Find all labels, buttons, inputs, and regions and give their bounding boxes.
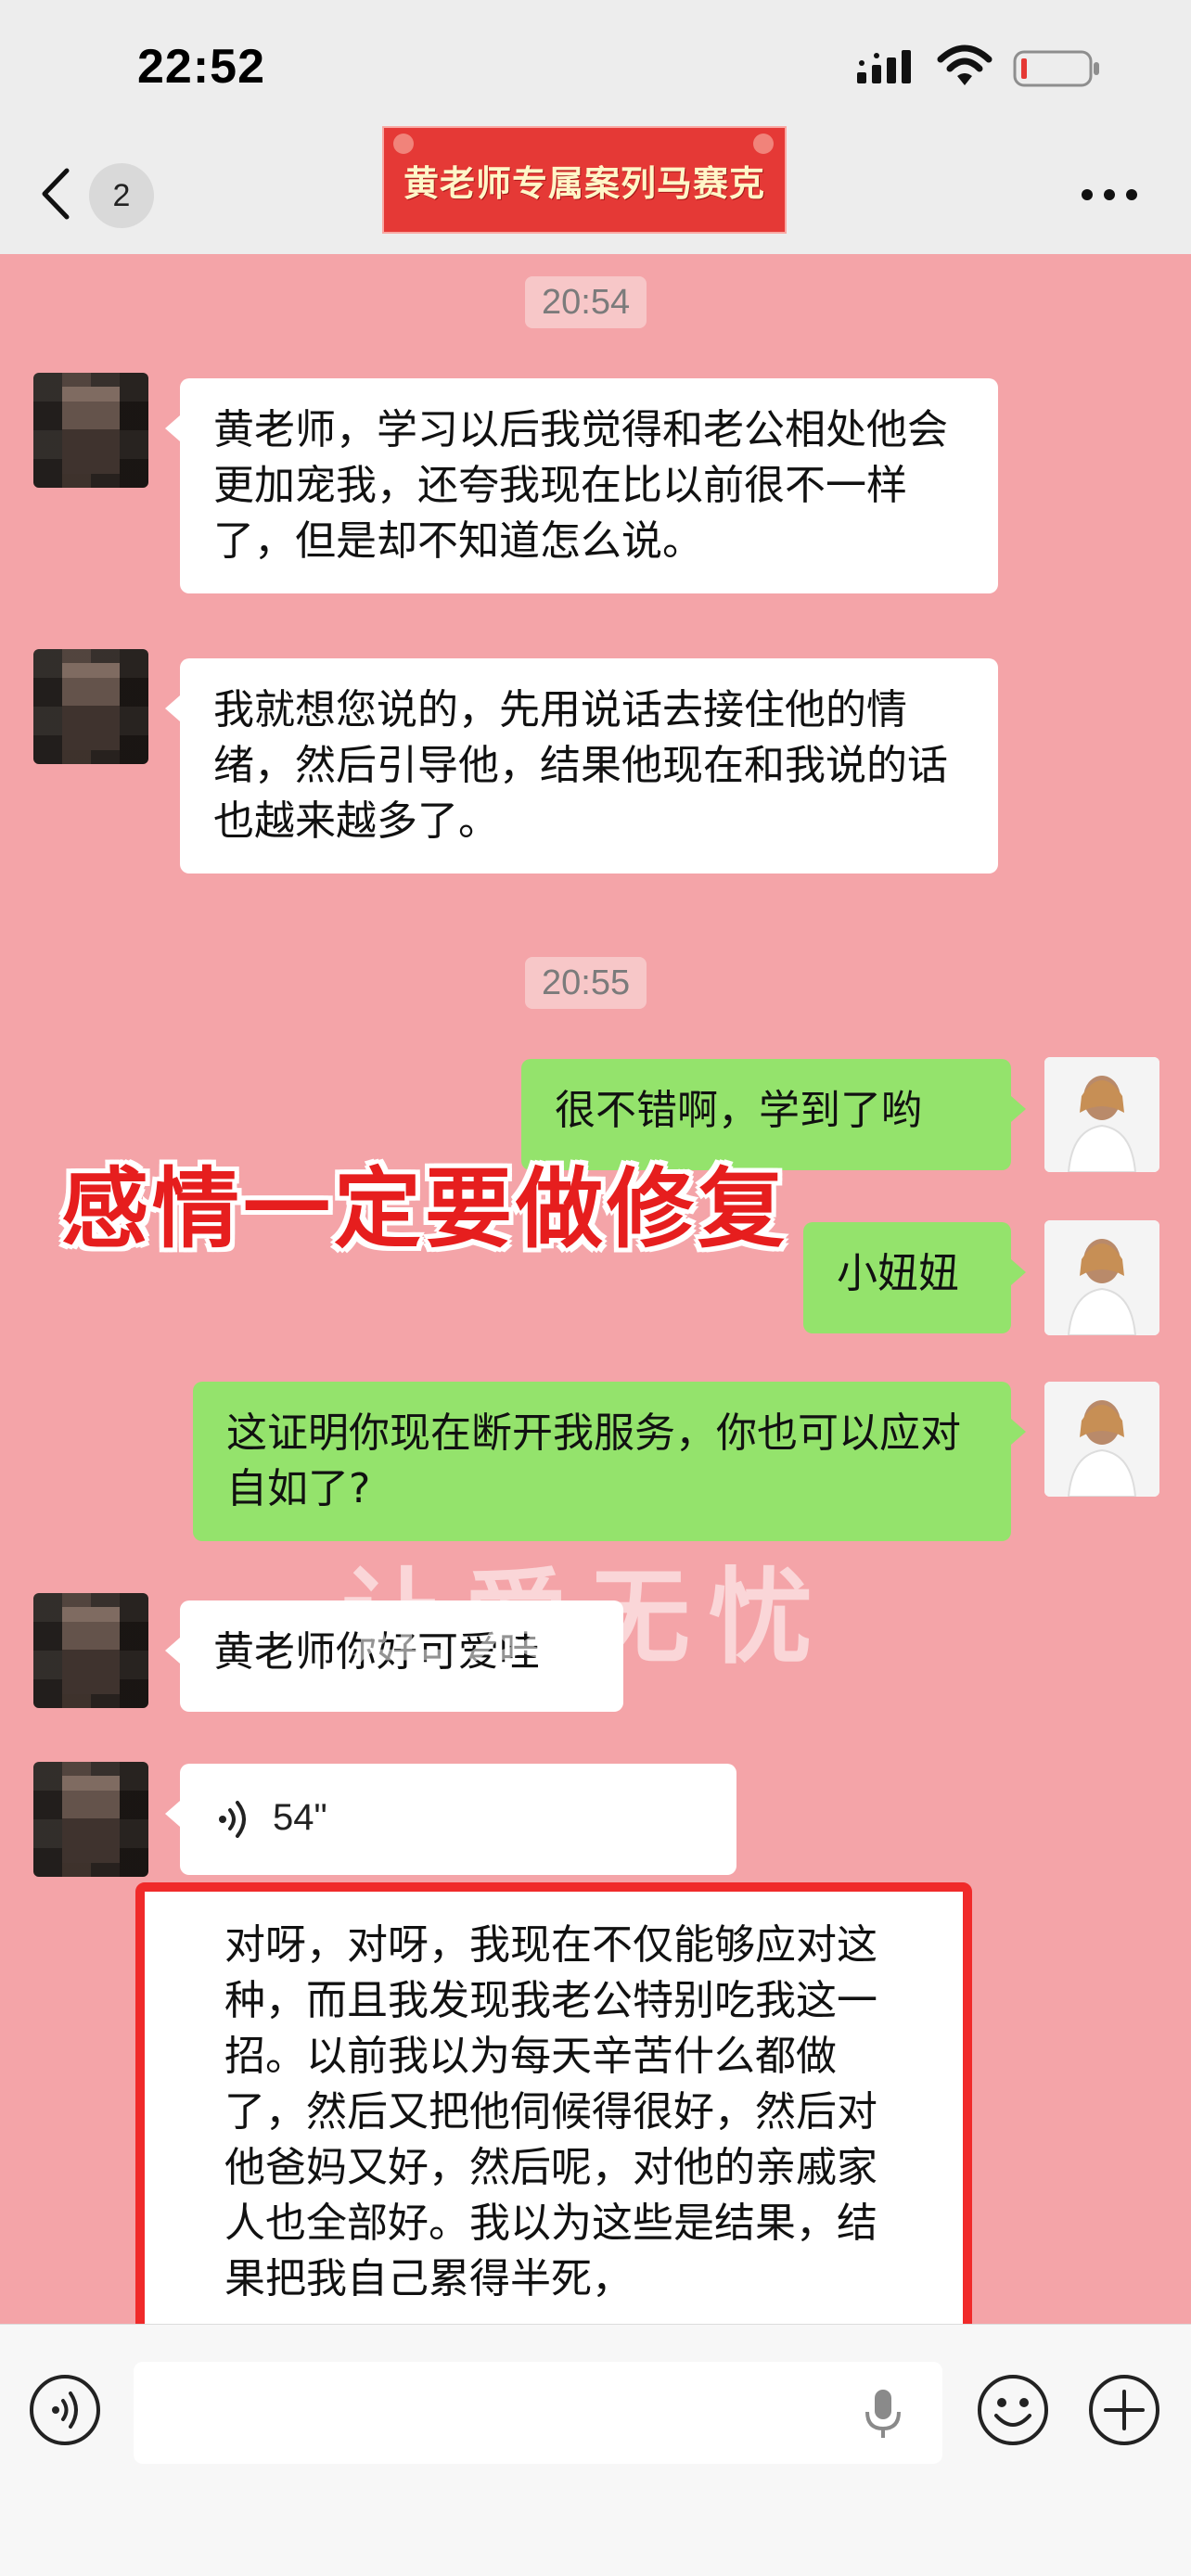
contact-avatar-mosaic[interactable]	[33, 373, 148, 488]
plus-icon[interactable]	[1087, 2373, 1161, 2447]
microphone-icon[interactable]	[863, 2388, 903, 2440]
message-input[interactable]	[134, 2362, 942, 2464]
highlighted-message-box[interactable]: 对呀，对呀，我现在不仅能够应对这种，而且我发现我老公特别吃我这一招。以前我以为每…	[135, 1882, 972, 2346]
incoming-message-bubble[interactable]: 黄老师，学习以后我觉得和老公相处他会更加宠我，还夸我现在比以前很不一样了，但是却…	[165, 378, 998, 593]
message-input-bar	[0, 2324, 1191, 2576]
emoji-icon[interactable]	[976, 2373, 1050, 2447]
back-button[interactable]: 2	[37, 161, 158, 228]
chat-title-text: 黄老师专属案列马赛克	[403, 162, 765, 204]
outgoing-message-bubble[interactable]: 小妞妞	[803, 1222, 1026, 1333]
overlay-caption: 感情一定要做修复	[61, 1159, 789, 1260]
voice-icon	[219, 1801, 246, 1838]
contact-avatar-mosaic[interactable]	[33, 649, 148, 764]
voice-mode-icon[interactable]	[28, 2373, 102, 2447]
signal-icon	[857, 50, 911, 83]
status-time: 22:52	[137, 40, 265, 94]
watermark-text: 让爱无忧	[341, 1558, 831, 1678]
contact-avatar-mosaic[interactable]	[33, 1593, 148, 1708]
voice-message-bubble[interactable]: 54"	[165, 1764, 736, 1875]
message-timestamp: 20:54	[525, 276, 647, 328]
more-button[interactable]	[1082, 178, 1141, 206]
incoming-message-bubble[interactable]: 我就想您说的，先用说话去接住他的情绪，然后引导他，结果他现在和我说的话也越来越多…	[165, 658, 998, 874]
chat-title[interactable]: 黄老师专属案列马赛克	[382, 126, 787, 234]
self-avatar[interactable]	[1044, 1220, 1159, 1335]
self-avatar[interactable]	[1044, 1057, 1159, 1172]
back-chevron-icon	[42, 168, 70, 220]
unread-count-badge: 2	[89, 163, 154, 228]
self-avatar[interactable]	[1044, 1382, 1159, 1497]
incoming-message-text: 对呀，对呀，我现在不仅能够应对这种，而且我发现我老公特别吃我这一招。以前我以为每…	[224, 1921, 877, 2302]
message-timestamp: 20:55	[525, 957, 647, 1009]
battery-icon	[1013, 50, 1099, 87]
outgoing-message-bubble[interactable]: 这证明你现在断开我服务，你也可以应对自如了?	[193, 1382, 1026, 1541]
contact-avatar-mosaic[interactable]	[33, 1762, 148, 1877]
status-bar: 22:52	[0, 0, 1191, 130]
wifi-icon	[937, 45, 992, 85]
voice-duration: 54"	[273, 1797, 327, 1838]
more-icon	[1082, 189, 1093, 200]
